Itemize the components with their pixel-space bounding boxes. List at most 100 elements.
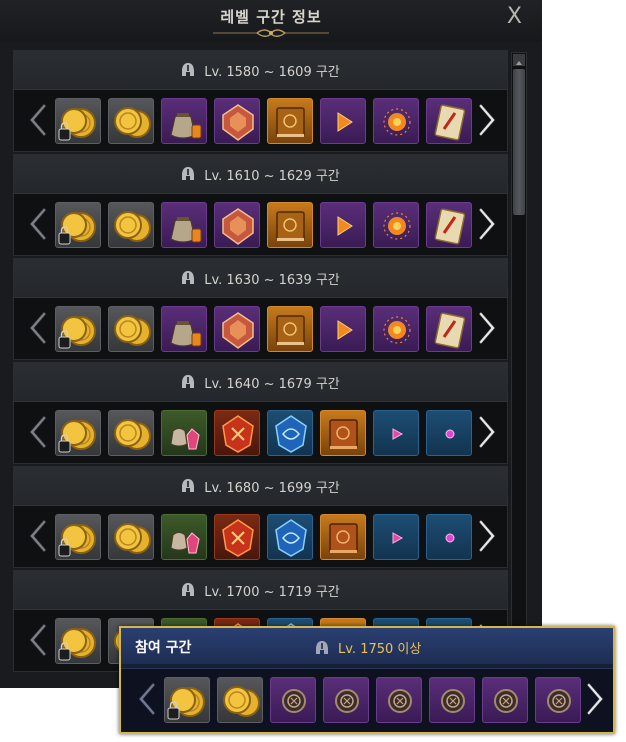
prev-arrow-button[interactable] bbox=[26, 414, 48, 450]
reward-row bbox=[14, 402, 507, 464]
rune-medallion-icon[interactable] bbox=[376, 677, 422, 723]
level-section: Lv. 1610 ~ 1629 구간 bbox=[13, 154, 508, 256]
rune-medallion-icon[interactable] bbox=[429, 677, 475, 723]
scroll-up-button[interactable] bbox=[513, 54, 525, 66]
locked-gold-coin-icon[interactable] bbox=[55, 306, 101, 352]
red-gem-icon[interactable] bbox=[214, 98, 260, 144]
red-book-icon[interactable] bbox=[320, 514, 366, 560]
pink-orb-icon[interactable] bbox=[426, 514, 472, 560]
red-rune-stone-icon[interactable] bbox=[214, 410, 260, 456]
title-bar: 레벨 구간 정보 X bbox=[0, 0, 542, 42]
loot-bag-icon[interactable] bbox=[161, 306, 207, 352]
level-section: Lv. 1630 ~ 1639 구간 bbox=[13, 258, 508, 360]
pink-shard-icon[interactable] bbox=[373, 514, 419, 560]
rune-medallion-icon[interactable] bbox=[270, 677, 316, 723]
next-arrow-button[interactable] bbox=[477, 518, 499, 554]
level-range-label: Lv. 1630 ~ 1639 구간 bbox=[204, 272, 340, 288]
helmet-icon bbox=[182, 167, 195, 180]
locked-gold-coin-icon[interactable] bbox=[55, 202, 101, 248]
level-section-header: Lv. 1580 ~ 1609 구간 bbox=[14, 51, 507, 90]
level-section: Lv. 1680 ~ 1699 구간 bbox=[13, 466, 508, 568]
red-book-icon[interactable] bbox=[320, 410, 366, 456]
prev-arrow-button[interactable] bbox=[135, 681, 157, 717]
red-gem-icon[interactable] bbox=[214, 202, 260, 248]
scrollbar[interactable] bbox=[511, 52, 527, 678]
level-section: Lv. 1580 ~ 1609 구간 bbox=[13, 50, 508, 152]
level-section-header: Lv. 1700 ~ 1719 구간 bbox=[14, 571, 507, 610]
next-arrow-button[interactable] bbox=[477, 310, 499, 346]
red-rune-stone-icon[interactable] bbox=[214, 514, 260, 560]
pink-pouch-icon[interactable] bbox=[161, 514, 207, 560]
current-range-rewards bbox=[121, 668, 613, 731]
blue-rune-stone-icon[interactable] bbox=[267, 514, 313, 560]
pink-shard-icon[interactable] bbox=[373, 410, 419, 456]
reward-row bbox=[14, 506, 507, 568]
gold-coins-icon[interactable] bbox=[108, 202, 154, 248]
locked-gold-coin-icon[interactable] bbox=[55, 410, 101, 456]
title-ornament-icon bbox=[213, 29, 329, 37]
level-section-list[interactable]: Lv. 1580 ~ 1609 구간 Lv. 1610 ~ 1629 구간 Lv. … bbox=[13, 50, 508, 688]
fire-card-icon[interactable] bbox=[426, 306, 472, 352]
gold-coins-icon[interactable] bbox=[217, 677, 263, 723]
fire-crystal-icon[interactable] bbox=[373, 306, 419, 352]
orange-book-icon[interactable] bbox=[267, 98, 313, 144]
level-range-label: Lv. 1610 ~ 1629 구간 bbox=[204, 168, 340, 184]
level-section: Lv. 1640 ~ 1679 구간 bbox=[13, 362, 508, 464]
current-range-level-label: Lv. 1750 이상 bbox=[338, 642, 422, 657]
current-range-title: 참여 구간 bbox=[135, 640, 192, 656]
level-range-label: Lv. 1700 ~ 1719 구간 bbox=[204, 584, 340, 600]
fire-card-icon[interactable] bbox=[426, 202, 472, 248]
locked-gold-coin-icon[interactable] bbox=[55, 618, 101, 664]
locked-gold-coin-icon[interactable] bbox=[55, 98, 101, 144]
level-section-header: Lv. 1630 ~ 1639 구간 bbox=[14, 259, 507, 298]
loot-bag-icon[interactable] bbox=[161, 202, 207, 248]
reward-row bbox=[14, 298, 507, 360]
level-section-header: Lv. 1680 ~ 1699 구간 bbox=[14, 467, 507, 506]
helmet-icon bbox=[182, 63, 195, 76]
level-range-window: 레벨 구간 정보 X Lv. 1580 ~ 1609 구간 Lv. 1610 ~ … bbox=[0, 0, 542, 688]
pink-pouch-icon[interactable] bbox=[161, 410, 207, 456]
fire-shard-icon[interactable] bbox=[320, 306, 366, 352]
current-range-panel: 참여 구간 Lv. 1750 이상 bbox=[119, 626, 615, 734]
helmet-icon bbox=[316, 640, 328, 654]
prev-arrow-button[interactable] bbox=[26, 102, 48, 138]
gold-coins-icon[interactable] bbox=[108, 514, 154, 560]
reward-row bbox=[14, 194, 507, 256]
close-button[interactable]: X bbox=[507, 4, 522, 29]
fire-crystal-icon[interactable] bbox=[373, 202, 419, 248]
gold-coins-icon[interactable] bbox=[108, 410, 154, 456]
gold-coins-icon[interactable] bbox=[108, 306, 154, 352]
level-range-label: Lv. 1580 ~ 1609 구간 bbox=[204, 64, 340, 80]
rune-medallion-icon[interactable] bbox=[482, 677, 528, 723]
prev-arrow-button[interactable] bbox=[26, 518, 48, 554]
fire-shard-icon[interactable] bbox=[320, 98, 366, 144]
helmet-icon bbox=[182, 375, 195, 388]
fire-card-icon[interactable] bbox=[426, 98, 472, 144]
gold-coins-icon[interactable] bbox=[108, 98, 154, 144]
orange-book-icon[interactable] bbox=[267, 306, 313, 352]
next-arrow-button[interactable] bbox=[477, 414, 499, 450]
red-gem-icon[interactable] bbox=[214, 306, 260, 352]
prev-arrow-button[interactable] bbox=[26, 206, 48, 242]
window-title: 레벨 구간 정보 bbox=[220, 8, 322, 26]
next-arrow-button[interactable] bbox=[585, 681, 607, 717]
blue-rune-stone-icon[interactable] bbox=[267, 410, 313, 456]
scroll-thumb[interactable] bbox=[513, 69, 525, 215]
orange-book-icon[interactable] bbox=[267, 202, 313, 248]
fire-crystal-icon[interactable] bbox=[373, 98, 419, 144]
loot-bag-icon[interactable] bbox=[161, 98, 207, 144]
prev-arrow-button[interactable] bbox=[26, 310, 48, 346]
reward-row bbox=[14, 90, 507, 152]
prev-arrow-button[interactable] bbox=[26, 622, 48, 658]
rune-medallion-icon[interactable] bbox=[323, 677, 369, 723]
fire-shard-icon[interactable] bbox=[320, 202, 366, 248]
locked-gold-coin-icon[interactable] bbox=[55, 514, 101, 560]
current-range-header: 참여 구간 Lv. 1750 이상 bbox=[121, 628, 613, 664]
next-arrow-button[interactable] bbox=[477, 102, 499, 138]
helmet-icon bbox=[182, 479, 195, 492]
next-arrow-button[interactable] bbox=[477, 206, 499, 242]
pink-orb-icon[interactable] bbox=[426, 410, 472, 456]
locked-gold-coin-icon[interactable] bbox=[164, 677, 210, 723]
rune-medallion-icon[interactable] bbox=[535, 677, 581, 723]
level-section-header: Lv. 1640 ~ 1679 구간 bbox=[14, 363, 507, 402]
